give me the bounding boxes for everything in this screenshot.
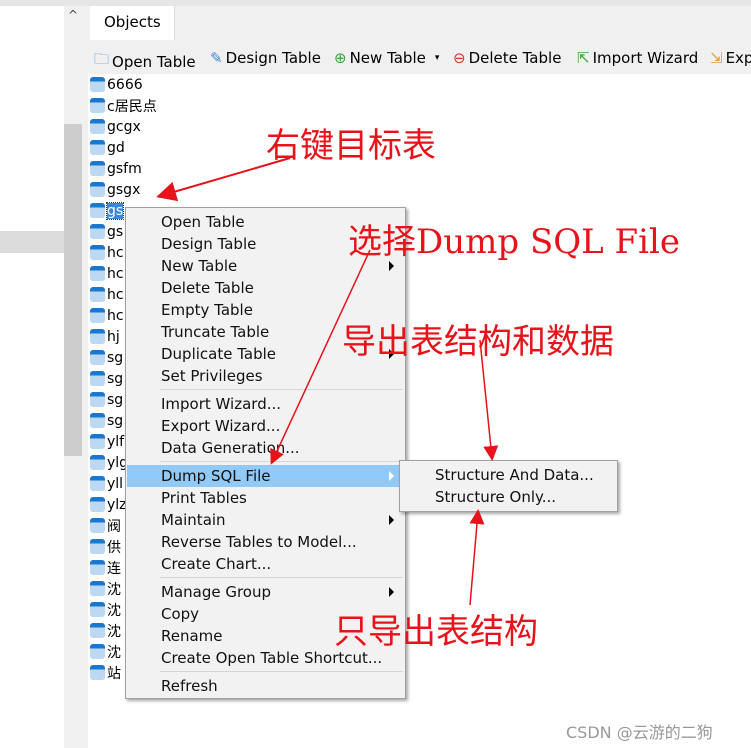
annotation-structure-only: 只导出表结构 <box>334 612 538 652</box>
watermark: CSDN @云游的二狗 <box>566 723 713 742</box>
annotation-right-click: 右键目标表 <box>266 126 436 166</box>
annotation-structure-data: 导出表结构和数据 <box>342 322 614 362</box>
annotation-select-dump: 选择Dump SQL File <box>348 222 680 262</box>
arrow-to-structure-only <box>469 509 485 606</box>
